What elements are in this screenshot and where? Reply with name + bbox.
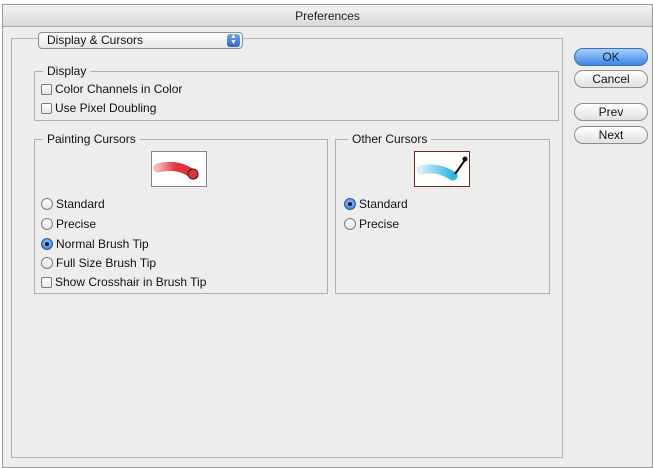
brush-stroke-preview-icon [151,151,207,187]
prev-button[interactable]: Prev [574,103,648,121]
painting-precise-label: Precise [56,217,97,231]
pixel-doubling-label: Use Pixel Doubling [55,101,157,115]
normal-brush-tip-label: Normal Brush Tip [56,237,149,251]
full-size-brush-tip-option[interactable]: Full Size Brush Tip [41,255,156,271]
display-group-label: Display [43,64,91,78]
other-precise-option[interactable]: Precise [344,216,399,232]
cancel-button[interactable]: Cancel [574,70,648,88]
other-standard-radio[interactable] [344,198,356,210]
display-group: Display Color Channels in Color Use Pixe… [34,64,559,121]
show-crosshair-label: Show Crosshair in Brush Tip [55,275,207,289]
other-precise-radio[interactable] [344,218,356,230]
painting-cursors-group: Painting Cursors Standard Precise Normal… [34,132,328,294]
full-size-brush-tip-label: Full Size Brush Tip [56,256,157,270]
painting-precise-radio[interactable] [41,218,53,230]
other-standard-option[interactable]: Standard [344,196,408,212]
section-popup-value: Display & Cursors [47,33,144,47]
color-channels-checkbox[interactable] [41,84,52,95]
other-cursors-label: Other Cursors [348,132,432,146]
full-size-brush-tip-radio[interactable] [41,257,53,269]
next-button[interactable]: Next [574,126,648,144]
color-channels-option[interactable]: Color Channels in Color [41,81,182,97]
pixel-doubling-checkbox[interactable] [41,103,52,114]
other-standard-label: Standard [359,197,408,211]
normal-brush-tip-radio[interactable] [41,238,53,250]
popup-arrows-icon: ▲ ▼ [227,33,240,47]
painting-standard-label: Standard [56,197,105,211]
other-precise-label: Precise [359,217,400,231]
eyedropper-preview-icon [414,151,470,187]
show-crosshair-option[interactable]: Show Crosshair in Brush Tip [41,274,206,290]
section-popup[interactable]: Display & Cursors ▲ ▼ [38,32,243,49]
painting-precise-option[interactable]: Precise [41,216,96,232]
other-cursors-group: Other Cursors Standard Precise [335,132,550,294]
show-crosshair-checkbox[interactable] [41,277,52,288]
painting-standard-radio[interactable] [41,198,53,210]
pixel-doubling-option[interactable]: Use Pixel Doubling [41,100,156,116]
color-channels-label: Color Channels in Color [55,82,183,96]
normal-brush-tip-option[interactable]: Normal Brush Tip [41,236,149,252]
ok-button[interactable]: OK [574,48,648,66]
painting-cursors-label: Painting Cursors [43,132,140,146]
painting-standard-option[interactable]: Standard [41,196,105,212]
window-title: Preferences [3,5,652,27]
